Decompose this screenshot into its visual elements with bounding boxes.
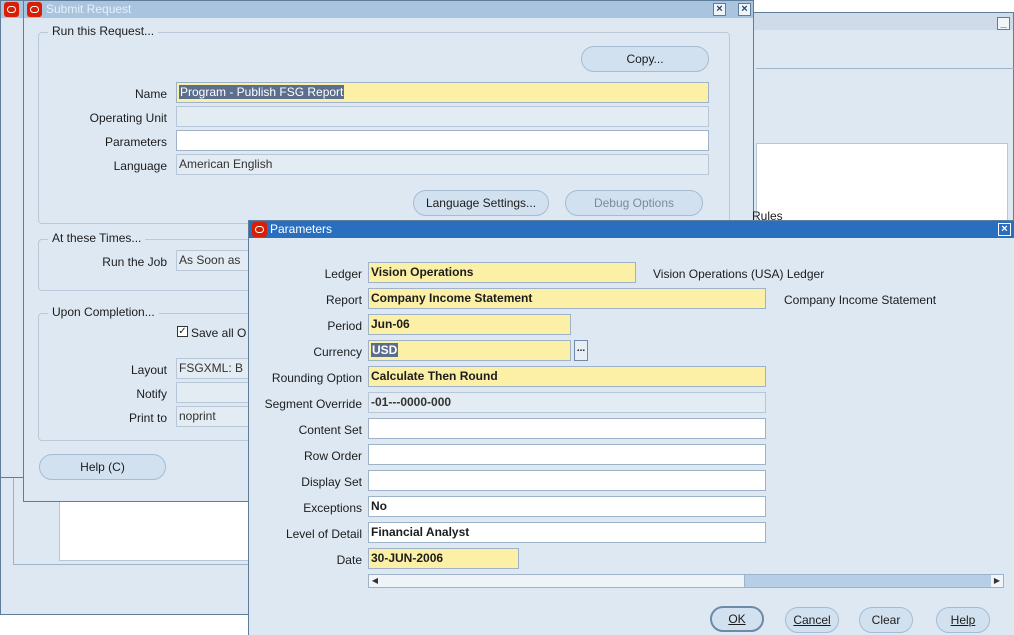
content-set-field[interactable] — [368, 418, 766, 439]
close-icon[interactable]: × — [738, 3, 751, 16]
operating-unit-label: Operating Unit — [64, 111, 167, 125]
run-request-group-title: Run this Request... — [48, 24, 158, 38]
background-white-box — [59, 501, 259, 561]
close-icon[interactable]: × — [713, 3, 726, 16]
help-button[interactable]: Help — [936, 607, 990, 633]
submit-request-titlebar: Submit Request — [24, 1, 753, 18]
ledger-label: Ledger — [249, 267, 362, 281]
parameters-title: Parameters — [270, 221, 332, 238]
name-label: Name — [64, 87, 167, 101]
parameters-titlebar: Parameters — [249, 221, 1014, 238]
level-of-detail-label: Level of Detail — [249, 527, 362, 541]
language-field[interactable]: American English — [176, 154, 709, 175]
segment-override-label: Segment Override — [249, 397, 362, 411]
scroll-left-icon[interactable]: ◀ — [369, 575, 381, 587]
exceptions-label: Exceptions — [249, 501, 362, 515]
clear-button[interactable]: Clear — [859, 607, 913, 633]
times-group-title: At these Times... — [48, 231, 145, 245]
date-field[interactable]: 30-JUN-2006 — [368, 548, 519, 569]
display-set-label: Display Set — [249, 475, 362, 489]
copy-button[interactable]: Copy... — [581, 46, 709, 72]
parameters-field[interactable] — [176, 130, 709, 151]
report-label: Report — [249, 293, 362, 307]
completion-group-title: Upon Completion... — [48, 305, 159, 319]
parameters-window: Parameters × Ledger Vision Operations Vi… — [248, 220, 1014, 635]
submit-request-title: Submit Request — [46, 1, 131, 18]
row-order-field[interactable] — [368, 444, 766, 465]
currency-field-value: USD — [371, 343, 398, 357]
list-of-values-icon[interactable]: ... — [574, 340, 588, 361]
language-settings-button[interactable]: Language Settings... — [413, 190, 549, 216]
currency-label: Currency — [249, 345, 362, 359]
layout-label: Layout — [64, 363, 167, 377]
oracle-logo-icon — [27, 2, 42, 17]
notify-label: Notify — [64, 387, 167, 401]
rounding-option-field[interactable]: Calculate Then Round — [368, 366, 766, 387]
segment-override-field[interactable]: -01---0000-000 — [368, 392, 766, 413]
run-job-label: Run the Job — [64, 255, 167, 269]
display-set-field[interactable] — [368, 470, 766, 491]
debug-options-button: Debug Options — [565, 190, 703, 216]
parameters-label: Parameters — [64, 135, 167, 149]
rounding-option-label: Rounding Option — [249, 371, 362, 385]
horizontal-scrollbar[interactable]: ◀ ▶ — [368, 574, 1004, 588]
period-field[interactable]: Jun-06 — [368, 314, 571, 335]
help-button[interactable]: Help (C) — [39, 454, 166, 480]
name-field-value: Program - Publish FSG Report — [179, 85, 344, 99]
save-all-label: Save all O — [191, 326, 246, 340]
ledger-field[interactable]: Vision Operations — [368, 262, 636, 283]
exceptions-field[interactable]: No — [368, 496, 766, 517]
date-label: Date — [249, 553, 362, 567]
print-to-label: Print to — [64, 411, 167, 425]
language-label: Language — [64, 159, 167, 173]
report-description: Company Income Statement — [784, 293, 936, 307]
row-order-label: Row Order — [249, 449, 362, 463]
name-field[interactable]: Program - Publish FSG Report — [176, 82, 709, 103]
scrollbar-thumb[interactable] — [381, 575, 745, 587]
minimize-icon[interactable]: _ — [997, 17, 1010, 30]
background-line — [756, 68, 1014, 69]
oracle-logo-icon — [252, 222, 267, 237]
operating-unit-field[interactable] — [176, 106, 709, 127]
save-all-checkbox[interactable]: ✓ — [177, 326, 188, 337]
close-icon[interactable]: × — [998, 223, 1011, 236]
period-label: Period — [249, 319, 362, 333]
content-set-label: Content Set — [249, 423, 362, 437]
currency-field[interactable]: USD — [368, 340, 571, 361]
cancel-button[interactable]: Cancel — [785, 607, 839, 633]
report-field[interactable]: Company Income Statement — [368, 288, 766, 309]
oracle-logo-icon — [4, 2, 19, 17]
ok-button[interactable]: OK — [710, 606, 764, 632]
scroll-right-icon[interactable]: ▶ — [991, 575, 1003, 587]
level-of-detail-field[interactable]: Financial Analyst — [368, 522, 766, 543]
ledger-description: Vision Operations (USA) Ledger — [653, 267, 824, 281]
